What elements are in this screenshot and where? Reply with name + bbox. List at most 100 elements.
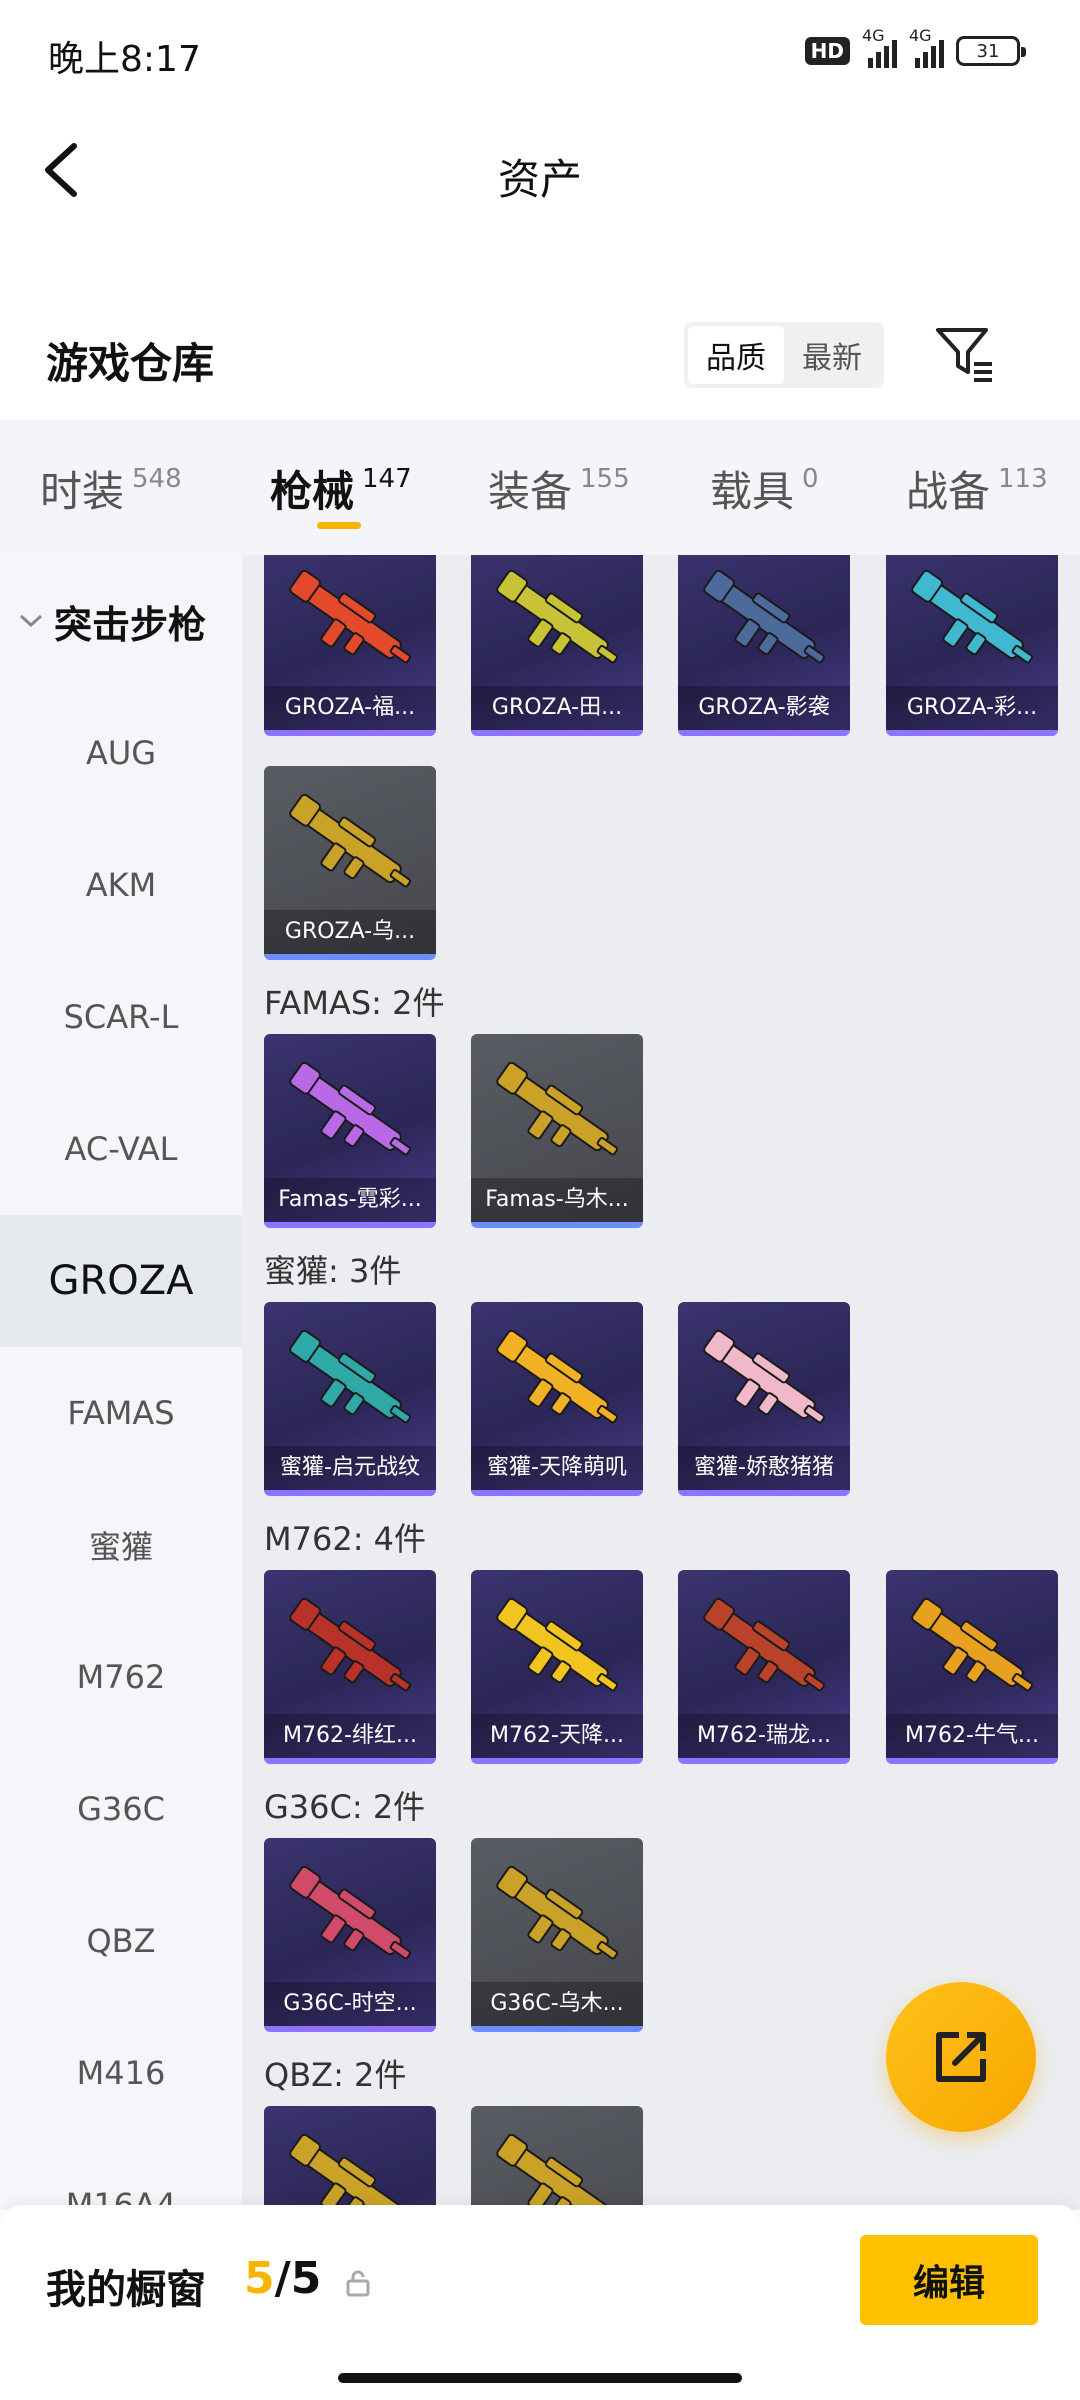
tab-count: 155	[580, 464, 630, 494]
rifle-icon	[496, 1062, 619, 1156]
weapon-card[interactable]: G36C-乌木...	[471, 1838, 643, 2032]
group-header: M762: 4件	[264, 1520, 427, 1558]
tab-combat-gear[interactable]: 战备 113	[906, 458, 1048, 519]
weapon-card[interactable]: 蜜獾-启元战纹	[264, 1302, 436, 1496]
tab-equipment[interactable]: 装备 155	[488, 458, 630, 519]
weapon-card[interactable]: GROZA-乌...	[264, 766, 436, 960]
weapon-card[interactable]: 蜜獾-娇憨猪猪	[678, 1302, 850, 1496]
weapon-card[interactable]: 蜜獾-天降萌叽	[471, 1302, 643, 1496]
warehouse-title: 游戏仓库	[46, 339, 215, 388]
weapon-card[interactable]: GROZA-福...	[264, 555, 436, 736]
weapon-card[interactable]: M762-绯红...	[264, 1570, 436, 1764]
sidebar-item-aug[interactable]: AUG	[0, 687, 242, 819]
sidebar-item-akm[interactable]: AKM	[0, 819, 242, 951]
sidebar-item-m762[interactable]: M762	[0, 1611, 242, 1743]
battery-level: 31	[976, 40, 1000, 62]
warehouse-header: 游戏仓库 品质 最新	[0, 300, 1080, 420]
sidebar-item-g36c[interactable]: G36C	[0, 1743, 242, 1875]
tab-count: 548	[132, 464, 182, 494]
tab-count: 147	[362, 464, 412, 494]
home-indicator	[338, 2373, 742, 2383]
weapon-card-label: G36C-乌木...	[471, 1982, 643, 2026]
filter-icon[interactable]	[932, 322, 996, 386]
sidebar-item-famas[interactable]: FAMAS	[0, 1347, 242, 1479]
weapon-card-label: M762-绯红...	[264, 1714, 436, 1758]
sort-quality-button[interactable]: 品质	[688, 326, 784, 384]
signal-icon-2: 4G	[909, 26, 944, 68]
weapon-card-label: M762-瑞龙...	[678, 1714, 850, 1758]
network-type: 4G	[862, 26, 885, 45]
weapon-card[interactable]: Famas-乌木...	[471, 1034, 643, 1228]
weapon-card[interactable]: M762-天降...	[471, 1570, 643, 1764]
rifle-icon	[496, 570, 619, 664]
rifle-icon	[496, 1330, 619, 1424]
share-icon	[936, 2032, 986, 2082]
weapon-card-label: GROZA-田...	[471, 686, 643, 730]
lock-icon	[346, 2270, 370, 2297]
category-tabs: 时装 548 枪械 147 装备 155 载具 0 战备 113	[0, 420, 1080, 555]
sidebar-item-honey-badger[interactable]: 蜜獾	[0, 1479, 242, 1611]
rifle-icon	[496, 1598, 619, 1692]
hd-icon: HD	[804, 37, 850, 65]
active-tab-indicator	[317, 522, 361, 529]
showcase-count: 5/5	[244, 2253, 321, 2304]
rifle-icon	[289, 1330, 412, 1424]
sort-toggle: 品质 最新	[684, 322, 884, 388]
tab-label: 时装	[40, 467, 125, 516]
weapon-card-label: Famas-霓彩...	[264, 1178, 436, 1222]
weapon-card[interactable]: GROZA-彩...	[886, 555, 1058, 736]
edit-button[interactable]: 编辑	[860, 2235, 1038, 2325]
sidebar-item-m416[interactable]: M416	[0, 2007, 242, 2139]
weapon-card[interactable]	[471, 2106, 643, 2210]
sidebar-item-groza[interactable]: GROZA	[0, 1215, 242, 1347]
nav-bar: 资产	[0, 110, 1080, 230]
weapon-card-label: Famas-乌木...	[471, 1178, 643, 1222]
weapon-card[interactable]: Famas-霓彩...	[264, 1034, 436, 1228]
weapon-card-label: GROZA-影袭	[678, 686, 850, 730]
weapon-card-label: 蜜獾-启元战纹	[264, 1446, 436, 1490]
network-type-2: 4G	[909, 26, 932, 45]
weapon-card-label: GROZA-福...	[264, 686, 436, 730]
rifle-icon	[289, 1062, 412, 1156]
signal-icon: 4G	[862, 26, 897, 68]
weapon-card[interactable]: G36C-时空...	[264, 1838, 436, 2032]
sidebar-category[interactable]: 突击步枪	[0, 555, 242, 687]
weapon-card[interactable]: GROZA-影袭	[678, 555, 850, 736]
rifle-icon	[496, 1866, 619, 1960]
weapon-card-label: G36C-时空...	[264, 1982, 436, 2026]
weapon-card[interactable]: M762-瑞龙...	[678, 1570, 850, 1764]
tab-label: 载具	[710, 467, 795, 516]
rifle-icon	[289, 2134, 412, 2210]
weapon-card-label: 蜜獾-娇憨猪猪	[678, 1446, 850, 1490]
tab-count: 0	[802, 464, 819, 494]
showcase-total: /5	[274, 2253, 322, 2304]
tab-guns[interactable]: 枪械 147	[270, 458, 412, 519]
rifle-icon	[911, 1598, 1034, 1692]
group-header: QBZ: 2件	[264, 2056, 407, 2094]
weapon-card-label: M762-牛气...	[886, 1714, 1058, 1758]
rifle-icon	[289, 794, 412, 888]
sidebar-item-qbz[interactable]: QBZ	[0, 1875, 242, 2007]
rifle-icon	[289, 570, 412, 664]
rifle-icon	[703, 1330, 826, 1424]
rifle-icon	[289, 1866, 412, 1960]
tab-vehicles[interactable]: 载具 0	[710, 458, 819, 519]
sidebar-item-m16a4[interactable]: M16A4	[0, 2139, 242, 2210]
weapon-card[interactable]	[264, 2106, 436, 2210]
status-icons: HD 4G 4G 31	[804, 26, 1026, 68]
tab-label: 装备	[488, 467, 573, 516]
rifle-icon	[496, 2134, 619, 2210]
weapon-card[interactable]: M762-牛气...	[886, 1570, 1058, 1764]
sort-newest-button[interactable]: 最新	[784, 326, 880, 384]
rifle-icon	[289, 1598, 412, 1692]
tab-fashion[interactable]: 时装 548	[40, 458, 182, 519]
weapon-card[interactable]: GROZA-田...	[471, 555, 643, 736]
sidebar-item-scar-l[interactable]: SCAR-L	[0, 951, 242, 1083]
tab-label: 枪械	[270, 467, 355, 516]
group-header: FAMAS: 2件	[264, 984, 445, 1022]
showcase-bar: 我的橱窗 5/5 编辑	[0, 2205, 1080, 2400]
share-button[interactable]	[886, 1982, 1036, 2132]
weapon-card-label: GROZA-彩...	[886, 686, 1058, 730]
sidebar-item-ac-val[interactable]: AC-VAL	[0, 1083, 242, 1215]
rifle-icon	[703, 570, 826, 664]
